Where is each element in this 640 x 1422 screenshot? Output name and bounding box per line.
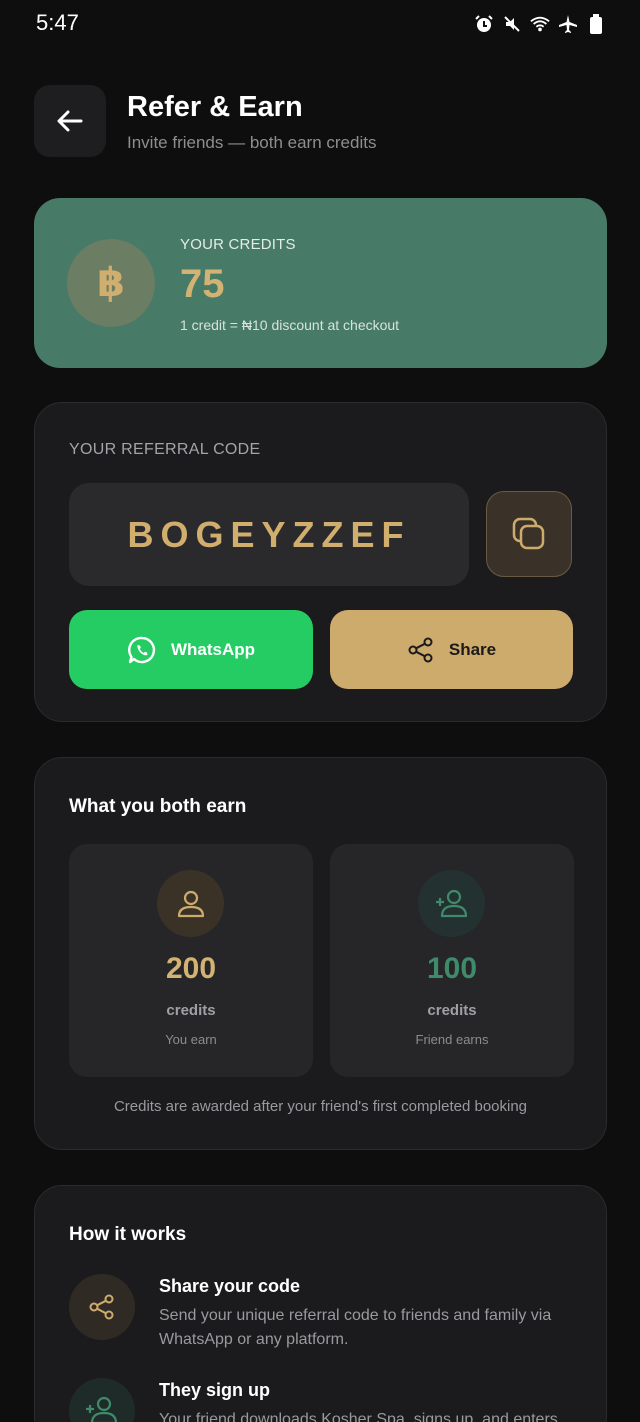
earn-card: What you both earn 200 credits You earn … (34, 757, 607, 1150)
page-title: Refer & Earn (127, 91, 303, 123)
copy-icon (512, 517, 545, 550)
whatsapp-icon (128, 636, 156, 663)
credits-card: ฿ YOUR CREDITS 75 1 credit = ₦10 discoun… (34, 198, 607, 368)
page-subtitle: Invite friends — both earn credits (127, 133, 377, 152)
share-icon (408, 637, 433, 662)
earn-note: Credits are awarded after your friend's … (113, 1098, 528, 1115)
how-title: How it works (69, 1224, 187, 1245)
you-earn-caption: You earn (165, 1032, 217, 1047)
credits-value: 75 (180, 262, 225, 306)
earn-title: What you both earn (69, 796, 247, 817)
share-step-icon (69, 1274, 135, 1340)
whatsapp-share-button[interactable]: WhatsApp (69, 610, 313, 689)
add-user-icon (418, 870, 485, 937)
friend-earn-tile: 100 credits Friend earns (330, 844, 574, 1077)
referral-code-card: YOUR REFERRAL CODE BOGEYZZEF WhatsApp Sh… (34, 402, 607, 722)
how-it-works-card: How it works Share your code Send your u… (34, 1185, 607, 1422)
coin-icon: ฿ (67, 239, 155, 327)
wifi-icon (530, 14, 550, 34)
share-label: Share (448, 639, 497, 659)
friend-earn-value: 100 (426, 952, 478, 985)
back-button[interactable] (34, 85, 106, 157)
step-description: Your friend downloads Kosher Spa, signs … (159, 1411, 558, 1422)
share-button[interactable]: Share (330, 610, 573, 689)
friend-earn-unit: credits (427, 1002, 477, 1019)
user-icon (157, 870, 224, 937)
referral-code-label: YOUR REFERRAL CODE (69, 441, 261, 458)
step-item: Share your code Send your unique referra… (69, 1274, 579, 1354)
status-icons (474, 14, 606, 34)
status-bar: 5:47 (0, 0, 640, 50)
credits-label: YOUR CREDITS (180, 236, 296, 253)
copy-code-button[interactable] (486, 491, 572, 577)
step-description: Send your unique referral code to friend… (159, 1307, 552, 1348)
you-earn-tile: 200 credits You earn (69, 844, 313, 1077)
friend-earn-caption: Friend earns (415, 1032, 489, 1047)
status-time: 5:47 (36, 10, 79, 35)
battery-icon (586, 14, 606, 34)
page-header: Refer & Earn Invite friends — both earn … (34, 85, 606, 159)
add-user-step-icon (69, 1378, 135, 1422)
arrow-left-icon (57, 110, 83, 132)
step-title: Share your code (159, 1276, 301, 1296)
airplane-icon (558, 14, 578, 34)
step-title: They sign up (159, 1380, 271, 1400)
whatsapp-label: WhatsApp (170, 639, 256, 659)
you-earn-unit: credits (166, 1002, 216, 1019)
credits-note: 1 credit = ₦10 discount at checkout (180, 317, 400, 333)
mute-icon (502, 14, 522, 34)
you-earn-value: 200 (165, 952, 217, 985)
step-item: They sign up Your friend downloads Koshe… (69, 1378, 579, 1422)
alarm-icon (474, 14, 494, 34)
referral-code: BOGEYZZEF (69, 483, 469, 586)
